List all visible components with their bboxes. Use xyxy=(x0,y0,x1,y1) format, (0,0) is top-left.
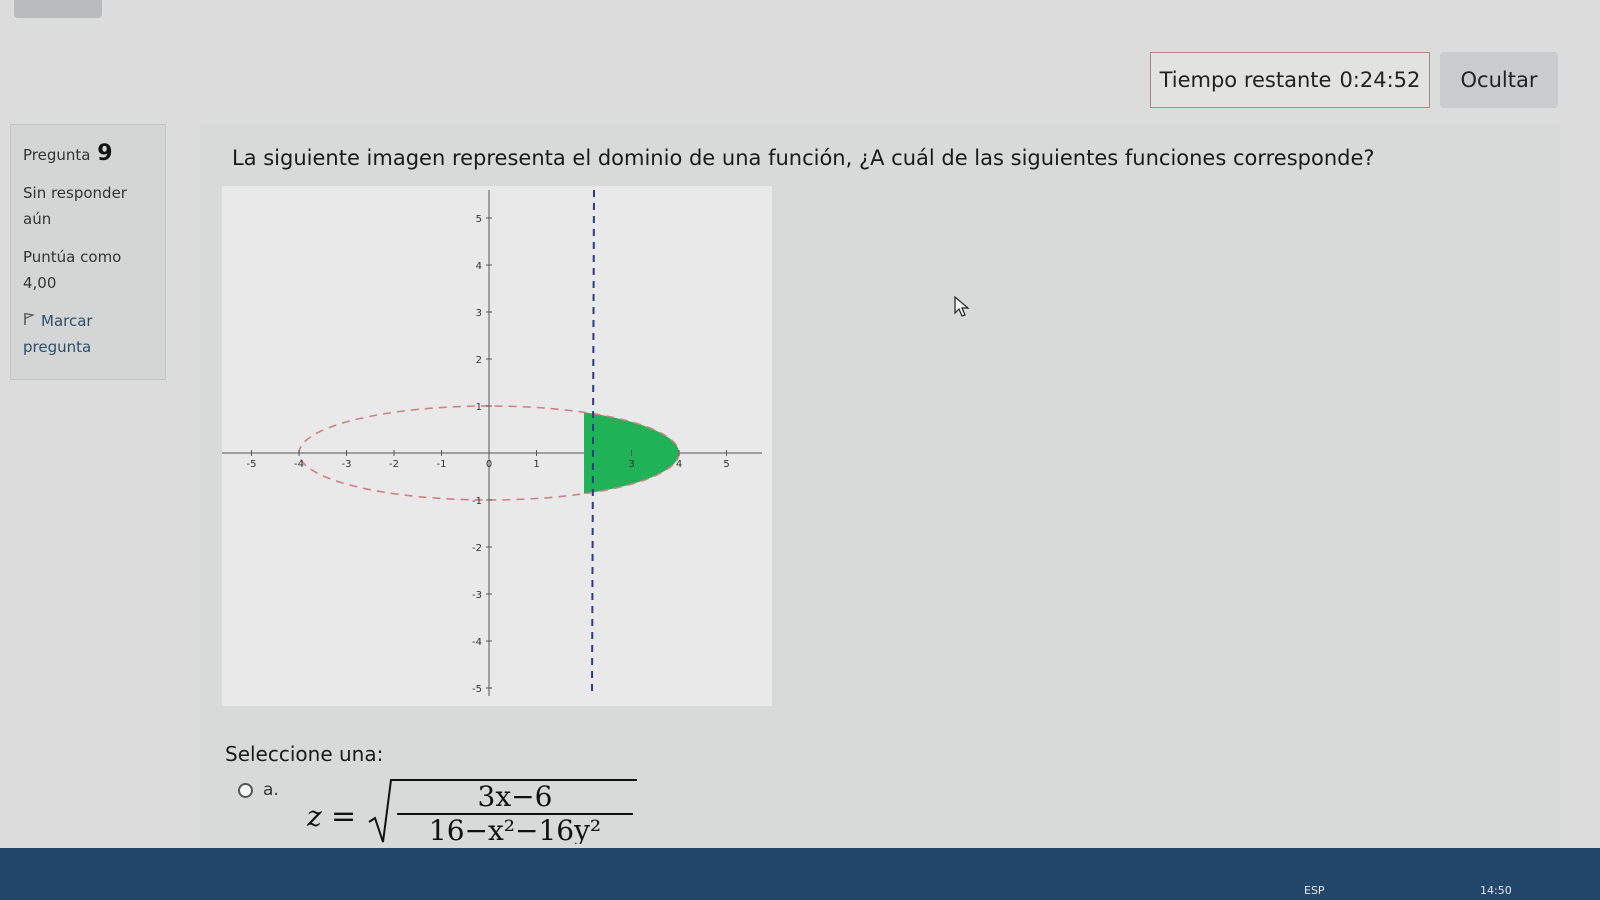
x-tick-label: -3 xyxy=(342,459,352,470)
x-tick-label: -5 xyxy=(247,459,257,470)
question-number: 9 xyxy=(97,141,113,166)
y-tick-label: -1 xyxy=(472,496,482,507)
y-tick-label: -2 xyxy=(472,543,482,554)
grid xyxy=(222,190,762,696)
shaded-domain-region xyxy=(584,406,679,500)
y-tick-label: -3 xyxy=(472,590,482,601)
timer-label: Tiempo restante xyxy=(1159,68,1332,92)
y-tick-label: 2 xyxy=(476,355,482,366)
y-tick-label: 5 xyxy=(476,214,482,225)
question-info-panel: Pregunta 9 Sin responder aún Puntúa como… xyxy=(10,124,166,380)
x-tick-label: -2 xyxy=(389,459,399,470)
question-state: Sin responder aún xyxy=(23,184,127,228)
hide-timer-button[interactable]: Ocultar xyxy=(1440,52,1558,108)
y-tick-label: 1 xyxy=(476,402,482,413)
x-tick-label: 5 xyxy=(723,459,729,470)
flag-question-link[interactable]: Marcar pregunta xyxy=(23,308,155,360)
x-tick-label: 3 xyxy=(628,459,634,470)
grade-value: 4,00 xyxy=(23,274,57,292)
formula-denominator: 16−x²−16y² xyxy=(429,814,601,844)
taskbar xyxy=(0,848,1600,900)
vertical-dashed-line xyxy=(591,189,595,697)
option-a-formula: z = 3x−6 16−x²−16y² xyxy=(307,779,637,844)
taskbar-language: ESP xyxy=(1304,884,1325,897)
mouse-cursor-icon xyxy=(954,295,970,322)
y-tick-label: 4 xyxy=(476,261,482,272)
flag-icon xyxy=(23,308,36,334)
x-tick-label: -4 xyxy=(294,459,304,470)
x-tick-label: 0 xyxy=(486,459,492,470)
browser-tab[interactable] xyxy=(14,0,102,18)
taskbar-clock: 14:50 xyxy=(1480,884,1512,897)
grade-label: Puntúa como xyxy=(23,248,122,266)
select-one-label: Seleccione una: xyxy=(225,742,384,766)
question-heading: Pregunta 9 xyxy=(23,141,155,166)
domain-graph-svg: -5 -4 -3 -2 -1 0 1 3 4 5 5 4 3 2 1 -1 -2 -3 -4 -5 xyxy=(222,189,762,697)
domain-graph: -5 -4 -3 -2 -1 0 1 3 4 5 5 4 3 2 1 -1 -2 -3 -4 -5 xyxy=(222,186,772,706)
question-text: La siguiente imagen representa el domini… xyxy=(232,146,1375,170)
x-tick-label: 4 xyxy=(676,459,682,470)
option-a-radio[interactable] xyxy=(238,783,253,798)
option-a-letter: a. xyxy=(263,780,279,800)
x-tick-label: -1 xyxy=(437,459,447,470)
timer-value: 0:24:52 xyxy=(1339,68,1421,92)
answer-option-a[interactable]: a. z = 3x−6 16−x²−16y² xyxy=(238,778,647,844)
formula-numerator: 3x−6 xyxy=(477,780,552,813)
formula-lhs: z xyxy=(307,800,322,833)
time-remaining-box: Tiempo restante 0:24:52 xyxy=(1150,52,1430,108)
question-label: Pregunta xyxy=(23,146,91,164)
formula-equals: = xyxy=(331,799,356,834)
x-tick-label: 1 xyxy=(533,459,539,470)
y-tick-label: 3 xyxy=(476,308,482,319)
y-tick-label: -5 xyxy=(472,684,482,695)
question-grade: Puntúa como 4,00 xyxy=(23,244,155,296)
y-tick-label: -4 xyxy=(472,637,482,648)
